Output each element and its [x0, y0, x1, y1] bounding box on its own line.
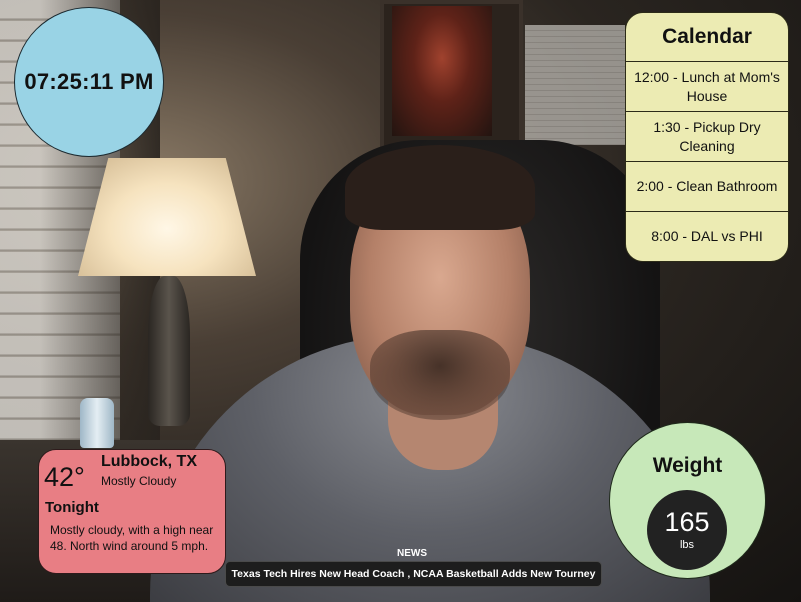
weight-reading: 165 lbs	[647, 490, 727, 570]
weight-unit: lbs	[679, 539, 695, 551]
clock-widget: 07:25:11 PM	[14, 7, 164, 157]
calendar-event: 12:00 - Lunch at Mom's House	[626, 62, 788, 112]
calendar-widget: Calendar 12:00 - Lunch at Mom's House 1:…	[625, 12, 789, 262]
news-label: NEWS	[397, 548, 427, 559]
weight-title: Weight	[652, 454, 723, 477]
wall-picture-art	[392, 6, 492, 136]
calendar-event: 8:00 - DAL vs PHI	[651, 228, 763, 245]
person-hair	[345, 145, 535, 230]
weather-forecast: Mostly cloudy, with a high near 48. Nort…	[50, 523, 214, 554]
weather-city: Lubbock, TX	[101, 453, 197, 470]
clock-time: 07:25:11 PM	[24, 69, 154, 94]
weather-period: Tonight	[45, 499, 99, 516]
lamp-shade	[78, 158, 256, 276]
lamp-base	[148, 276, 190, 426]
weather-temperature: 42°	[44, 462, 85, 492]
weather-condition: Mostly Cloudy	[101, 474, 177, 488]
calendar-title: Calendar	[626, 13, 788, 62]
closet-door	[525, 25, 625, 145]
calendar-event: 2:00 - Clean Bathroom	[626, 162, 788, 212]
news-ticker: Texas Tech Hires New Head Coach , NCAA B…	[225, 561, 602, 587]
weather-widget: 42° Lubbock, TX Mostly Cloudy Tonight Mo…	[38, 449, 226, 574]
weight-value: 165	[664, 507, 710, 537]
weight-widget: Weight 165 lbs	[609, 422, 766, 579]
water-bottle	[80, 398, 114, 448]
person-beard	[370, 330, 510, 420]
news-headlines: Texas Tech Hires New Head Coach , NCAA B…	[231, 568, 596, 580]
calendar-event: 1:30 - Pickup Dry Cleaning	[626, 112, 788, 162]
